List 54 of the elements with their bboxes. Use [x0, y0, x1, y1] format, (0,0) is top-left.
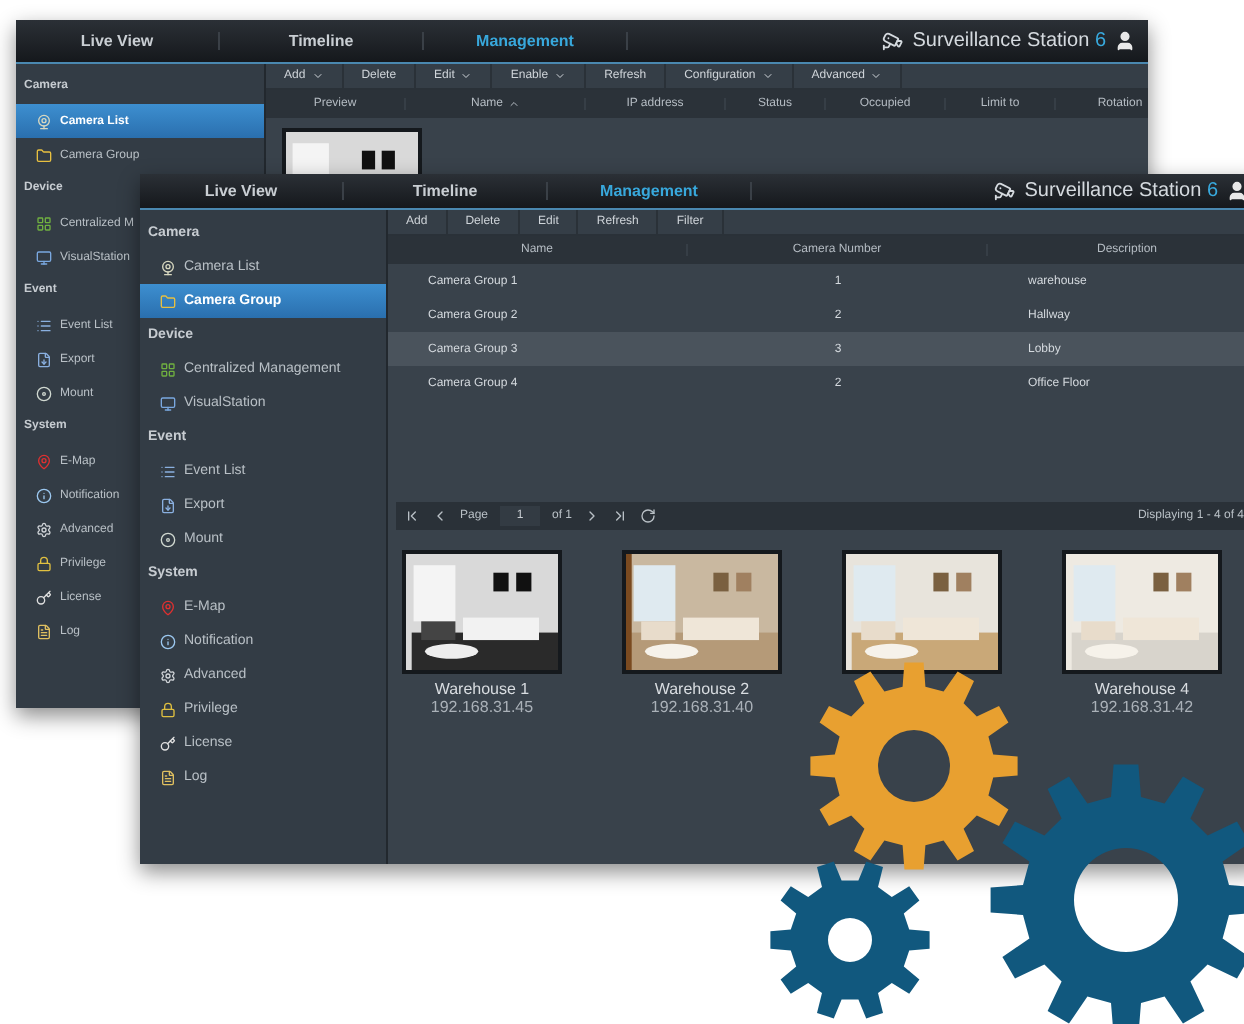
- monitor-icon: [36, 249, 52, 265]
- monitor-icon: [160, 395, 176, 411]
- list-icon: [160, 463, 176, 479]
- info-icon: [160, 633, 176, 649]
- document-icon: [36, 623, 52, 639]
- first-page-icon[interactable]: [404, 508, 420, 524]
- caret-icon: [554, 70, 567, 82]
- refresh-icon[interactable]: [640, 508, 657, 524]
- key-icon: [160, 735, 176, 751]
- camera-ip: 192.168.31.40: [650, 698, 754, 716]
- nav-tab[interactable]: Timeline: [344, 182, 548, 200]
- user-icon[interactable]: [1114, 30, 1136, 52]
- nav-tab[interactable]: Management: [548, 182, 752, 200]
- nav-tab[interactable]: Live View: [140, 182, 344, 200]
- nav-tab[interactable]: Live View: [16, 32, 220, 50]
- folder-icon: [36, 147, 52, 163]
- camera-name: Warehouse 2: [654, 680, 750, 698]
- nav-tab[interactable]: Timeline: [220, 32, 424, 50]
- settings-icon: [160, 667, 176, 683]
- product-name: Surveillance Station 6: [1024, 180, 1218, 202]
- disc-icon: [160, 531, 176, 547]
- map-pin-icon: [36, 453, 52, 469]
- user-icon[interactable]: [1226, 180, 1244, 202]
- webcam-icon: [160, 259, 176, 275]
- camera-name: Warehouse 4: [1094, 680, 1190, 698]
- document-icon: [160, 769, 176, 785]
- lock-icon: [160, 701, 176, 717]
- camera-icon: [994, 180, 1017, 202]
- caret-icon: [761, 70, 774, 82]
- nav-tab[interactable]: Management: [424, 32, 628, 50]
- webcam-icon: [36, 113, 52, 129]
- grid-icon: [160, 361, 176, 377]
- document-icon: [36, 351, 52, 367]
- camera-ip: 192.168.31.42: [1090, 698, 1194, 716]
- camera-icon: [882, 30, 905, 52]
- caret-icon: [311, 70, 324, 82]
- caret-icon: [460, 70, 473, 82]
- info-icon: [36, 487, 52, 503]
- document-icon: [160, 497, 176, 513]
- key-icon: [36, 589, 52, 605]
- previous-page-icon[interactable]: [432, 508, 448, 524]
- grid-icon: [36, 215, 52, 231]
- sort-icon: [507, 98, 519, 110]
- camera-ip: 192.168.31.45: [430, 698, 534, 716]
- camera-name: Warehouse 1: [434, 680, 530, 698]
- product-name: Surveillance Station 6: [912, 30, 1106, 52]
- caret-icon: [870, 70, 883, 82]
- map-pin-icon: [160, 599, 176, 615]
- last-page-icon[interactable]: [612, 508, 629, 524]
- folder-icon: [160, 293, 176, 309]
- disc-icon: [36, 385, 52, 401]
- list-icon: [36, 317, 52, 333]
- lock-icon: [36, 555, 52, 571]
- settings-icon: [36, 521, 52, 537]
